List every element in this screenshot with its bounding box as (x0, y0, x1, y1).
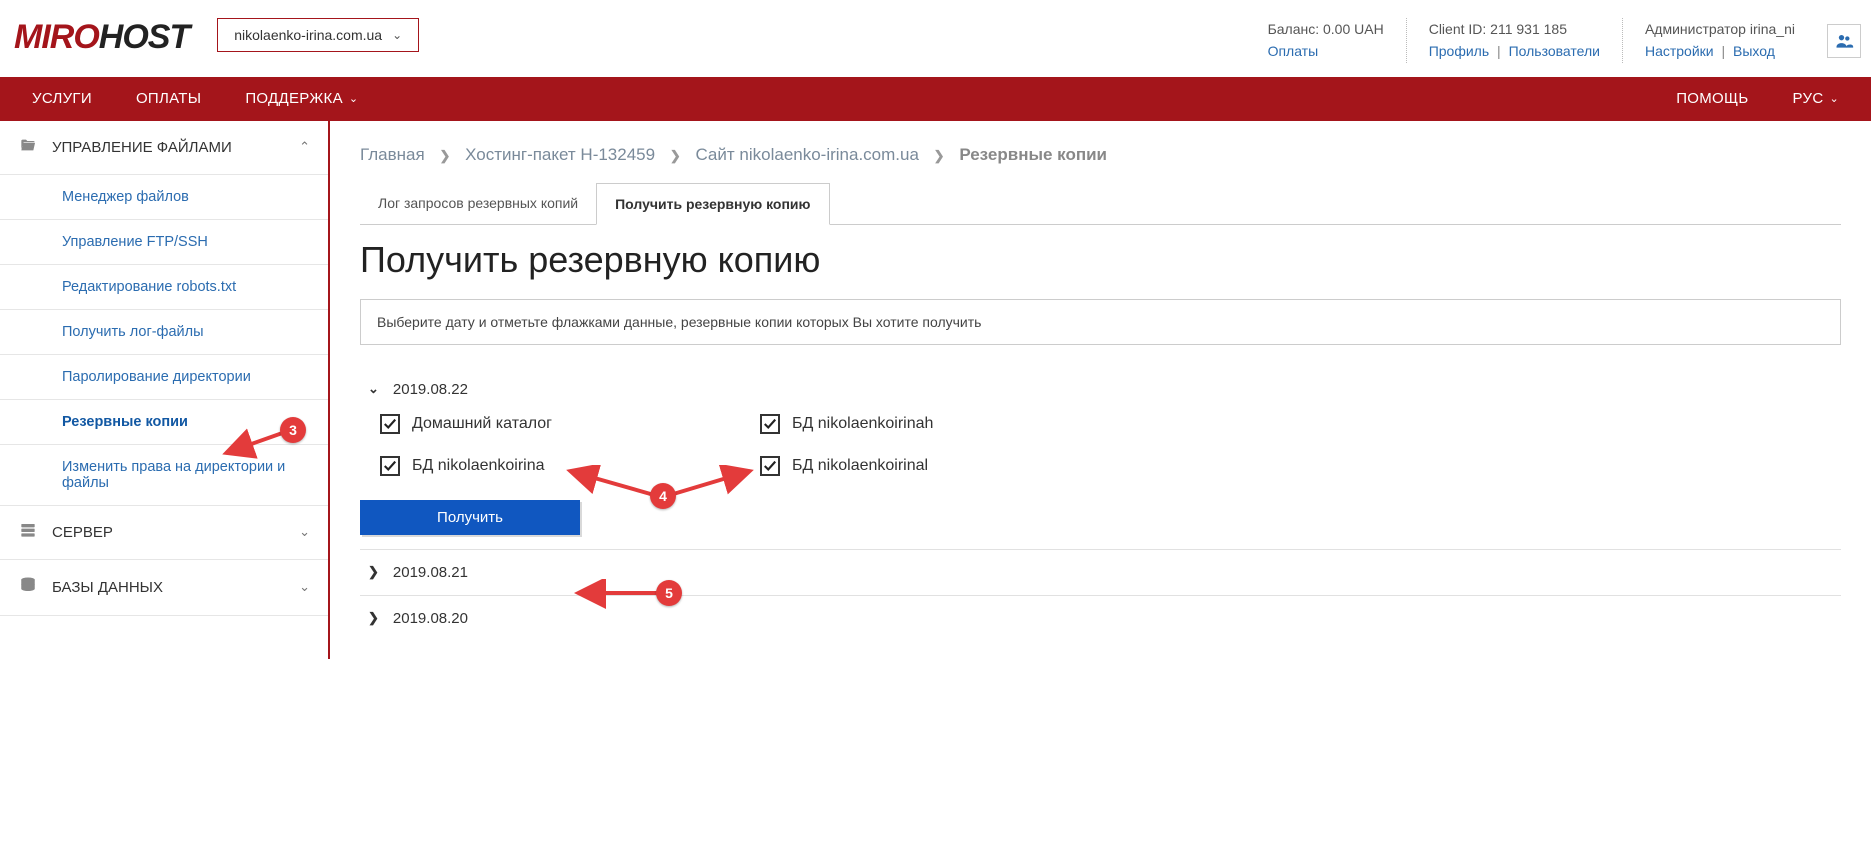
chevron-right-icon: ❯ (934, 148, 945, 163)
top-nav: УСЛУГИ ОПЛАТЫ ПОДДЕРЖКА ⌄ ПОМОЩЬ РУС ⌄ (0, 77, 1871, 121)
checkbox-label: БД nikolaenkoirina (412, 457, 545, 475)
breadcrumb: Главная ❯ Хостинг-пакет H-132459 ❯ Сайт … (360, 145, 1841, 165)
breadcrumb-home[interactable]: Главная (360, 145, 425, 164)
balance-label: Баланс: 0.00 UAH (1268, 18, 1384, 40)
domain-selector-label: nikolaenko-irina.com.ua (234, 27, 382, 43)
payments-link[interactable]: Оплаты (1268, 43, 1319, 59)
date-toggle[interactable]: ⌄ 2019.08.22 (360, 381, 1841, 398)
nav-payments[interactable]: ОПЛАТЫ (114, 77, 223, 121)
sidebar-item-backups[interactable]: Резервные копии (0, 400, 328, 445)
chevron-right-icon: ❯ (670, 148, 681, 163)
info-box: Выберите дату и отметьте флажками данные… (360, 299, 1841, 345)
chevron-up-icon: ⌃ (299, 139, 310, 155)
checkbox-label: Домашний каталог (412, 415, 552, 433)
sidebar-item-file-manager[interactable]: Менеджер файлов (0, 175, 328, 220)
date-label: 2019.08.20 (393, 610, 468, 627)
sidebar-item-password-dir[interactable]: Паролирование директории (0, 355, 328, 400)
breadcrumb-site[interactable]: Сайт nikolaenko-irina.com.ua (695, 145, 918, 164)
chevron-down-icon: ⌄ (349, 92, 359, 105)
sidebar-cat-server[interactable]: СЕРВЕР ⌄ (0, 506, 328, 560)
date-label: 2019.08.22 (393, 381, 468, 398)
sidebar-item-logs[interactable]: Получить лог-файлы (0, 310, 328, 355)
server-icon (18, 522, 38, 543)
admin-label: Администратор irina_ni (1645, 18, 1795, 40)
chevron-right-icon: ❯ (439, 148, 450, 163)
logo[interactable]: MIROHOST (14, 18, 189, 57)
chevron-down-icon: ⌄ (299, 579, 310, 595)
folder-open-icon (18, 137, 38, 158)
logout-link[interactable]: Выход (1733, 43, 1775, 59)
nav-help[interactable]: ПОМОЩЬ (1654, 90, 1770, 107)
sidebar-item-robots[interactable]: Редактирование robots.txt (0, 265, 328, 310)
page-title: Получить резервную копию (360, 239, 1841, 281)
sidebar-item-ftp-ssh[interactable]: Управление FTP/SSH (0, 220, 328, 265)
chevron-down-icon: ⌄ (368, 381, 379, 397)
sidebar-cat-db[interactable]: БАЗЫ ДАННЫХ ⌄ (0, 560, 328, 616)
date-block: ❯ 2019.08.21 (360, 550, 1841, 596)
date-block: ❯ 2019.08.20 (360, 596, 1841, 641)
checkbox-db-nikolaenkoirina[interactable] (380, 456, 400, 476)
sidebar-cat-files[interactable]: УПРАВЛЕНИЕ ФАЙЛАМИ ⌃ (0, 121, 328, 175)
nav-support[interactable]: ПОДДЕРЖКА ⌄ (223, 77, 380, 121)
database-icon (18, 576, 38, 599)
chevron-down-icon: ⌄ (1829, 92, 1839, 105)
date-label: 2019.08.21 (393, 564, 468, 581)
nav-lang[interactable]: РУС ⌄ (1771, 90, 1861, 107)
client-id-label: Client ID: 211 931 185 (1429, 18, 1600, 40)
chevron-right-icon: ❯ (368, 564, 379, 580)
checkbox-label: БД nikolaenkoirinal (792, 457, 928, 475)
get-backup-button[interactable]: Получить (360, 500, 580, 535)
date-block: ⌄ 2019.08.22 Домашний каталог БД nikolae… (360, 367, 1841, 550)
domain-selector[interactable]: nikolaenko-irina.com.ua ⌄ (217, 18, 419, 52)
checkbox-label: БД nikolaenkoirinah (792, 415, 933, 433)
settings-link[interactable]: Настройки (1645, 43, 1714, 59)
date-toggle[interactable]: ❯ 2019.08.20 (360, 610, 1841, 627)
nav-services[interactable]: УСЛУГИ (10, 77, 114, 121)
tab-get-backup[interactable]: Получить резервную копию (596, 183, 829, 225)
chevron-right-icon: ❯ (368, 610, 379, 626)
profile-link[interactable]: Профиль (1429, 43, 1489, 59)
breadcrumb-package[interactable]: Хостинг-пакет H-132459 (465, 145, 655, 164)
checkbox-db-nikolaenkoirinal[interactable] (760, 456, 780, 476)
checkbox-home-dir[interactable] (380, 414, 400, 434)
tabs: Лог запросов резервных копий Получить ре… (360, 183, 1841, 225)
users-icon[interactable] (1827, 24, 1861, 58)
chevron-down-icon: ⌄ (392, 28, 402, 42)
sidebar: УПРАВЛЕНИЕ ФАЙЛАМИ ⌃ Менеджер файлов Упр… (0, 121, 330, 659)
breadcrumb-current: Резервные копии (959, 145, 1107, 164)
checkbox-db-nikolaenkoirinah[interactable] (760, 414, 780, 434)
tab-backup-log[interactable]: Лог запросов резервных копий (360, 183, 596, 224)
main-content: Главная ❯ Хостинг-пакет H-132459 ❯ Сайт … (330, 121, 1871, 659)
sidebar-item-permissions[interactable]: Изменить права на директории и файлы (0, 445, 328, 506)
users-link[interactable]: Пользователи (1509, 43, 1600, 59)
date-toggle[interactable]: ❯ 2019.08.21 (360, 564, 1841, 581)
chevron-down-icon: ⌄ (299, 524, 310, 540)
